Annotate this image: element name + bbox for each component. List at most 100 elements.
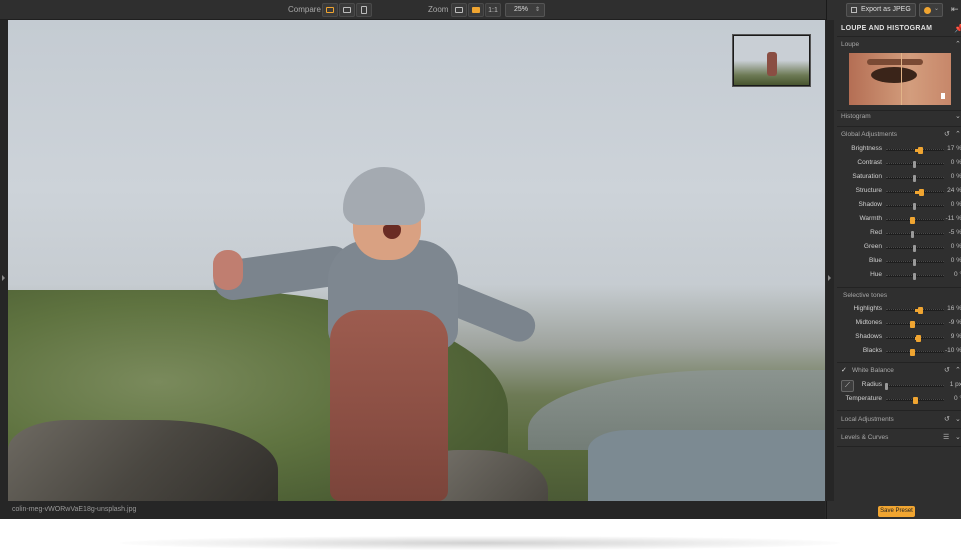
slider-track[interactable] <box>886 147 944 154</box>
slider-hue[interactable]: Hue 0 ° <box>837 270 961 284</box>
pin-icon[interactable]: 📌 <box>954 24 961 33</box>
reset-icon[interactable]: ↺ <box>944 130 950 138</box>
slider-thumb[interactable] <box>917 147 923 154</box>
slider-shadows[interactable]: Shadows 9 % <box>837 332 961 346</box>
zoom-fill-button[interactable] <box>468 3 484 17</box>
slider-value: 0 % <box>950 201 961 208</box>
slider-thumb[interactable] <box>913 397 918 404</box>
slider-thumb[interactable] <box>910 349 916 356</box>
slider-contrast[interactable]: Contrast 0 % <box>837 158 961 172</box>
slider-radius[interactable]: Radius 1 px <box>837 380 961 394</box>
slider-track[interactable] <box>886 273 944 280</box>
slider-track[interactable] <box>886 349 944 356</box>
slider-track[interactable] <box>886 259 944 266</box>
slider-track[interactable] <box>885 383 944 390</box>
right-panel: Export as JPEG ⌄ ⌄ ⇤ LOUPE AND HISTOGRAM… <box>826 0 961 519</box>
slider-thumb[interactable] <box>918 189 924 196</box>
levels-curves-header[interactable]: Levels & Curves <box>841 434 888 441</box>
chevron-down-icon[interactable]: ⌄ <box>955 433 961 441</box>
slider-track[interactable] <box>886 161 944 168</box>
slider-blacks[interactable]: Blacks -10 % <box>837 346 961 360</box>
slider-thumb[interactable] <box>913 259 916 266</box>
slider-track[interactable] <box>886 397 944 404</box>
compare-split-button[interactable] <box>322 3 338 17</box>
compare-side-button[interactable] <box>339 3 355 17</box>
slider-value: -5 % <box>948 229 961 236</box>
slider-thumb[interactable] <box>910 321 916 328</box>
right-panel-toggle[interactable] <box>826 20 834 501</box>
slider-blue[interactable]: Blue 0 % <box>837 256 961 270</box>
zoom-level-select[interactable]: 25% ⇕ <box>505 3 545 17</box>
slider-thumb[interactable] <box>909 217 915 224</box>
slider-thumb[interactable] <box>911 231 915 238</box>
loupe-view <box>849 53 951 105</box>
slider-value: 0 % <box>950 243 961 250</box>
chevron-up-icon[interactable]: ⌃ <box>955 130 961 138</box>
list-icon[interactable]: ☰ <box>943 433 949 441</box>
slider-saturation[interactable]: Saturation 0 % <box>837 172 961 186</box>
slider-thumb[interactable] <box>913 175 916 182</box>
export-button[interactable]: Export as JPEG ⌄ <box>846 3 916 17</box>
slider-midtones[interactable]: Midtones -9 % <box>837 318 961 332</box>
zoom-label: Zoom <box>428 5 449 14</box>
zoom-fit-button[interactable] <box>451 3 467 17</box>
slider-thumb[interactable] <box>915 335 921 342</box>
color-profile-button[interactable]: ⌄ <box>919 3 943 17</box>
global-adjustments-header[interactable]: Global Adjustments <box>841 131 897 138</box>
slider-value: 0 ° <box>953 395 961 402</box>
status-bar: colin-meg-vWORwVaE18g-unsplash.jpg <box>8 501 825 519</box>
zoom-1to1-button[interactable]: 1:1 <box>485 3 501 17</box>
reset-icon[interactable]: ↺ <box>944 415 950 423</box>
main-photo[interactable] <box>8 20 825 501</box>
slider-shadow[interactable]: Shadow 0 % <box>837 200 961 214</box>
slider-value: 24 % <box>947 187 961 194</box>
slider-thumb[interactable] <box>913 161 916 168</box>
slider-track[interactable] <box>886 189 944 196</box>
slider-label: Shadow <box>858 201 883 208</box>
slider-red[interactable]: Red -5 % <box>837 228 961 242</box>
slider-warmth[interactable]: Warmth -11 % <box>837 214 961 228</box>
slider-thumb[interactable] <box>885 383 889 390</box>
slider-track[interactable] <box>886 217 944 224</box>
chevron-up-icon[interactable]: ⌃ <box>955 366 961 374</box>
panel-title: LOUPE AND HISTOGRAM <box>841 25 933 32</box>
save-preset-button[interactable]: Save Preset <box>878 506 915 517</box>
chevron-up-icon[interactable]: ⌃ <box>955 40 961 48</box>
slider-track[interactable] <box>886 175 944 182</box>
loupe-header[interactable]: Loupe <box>841 41 859 48</box>
slider-label: Blacks <box>862 347 882 354</box>
slider-thumb[interactable] <box>917 307 923 314</box>
navigator-thumbnail[interactable] <box>733 35 810 86</box>
slider-structure[interactable]: Structure 24 % <box>837 186 961 200</box>
slider-track[interactable] <box>886 231 944 238</box>
slider-track[interactable] <box>886 203 944 210</box>
slider-label: Brightness <box>851 145 882 152</box>
chevron-down-icon: ⌄ <box>905 7 911 13</box>
chevron-down-icon: ⌄ <box>933 6 939 12</box>
histogram-header[interactable]: Histogram <box>841 113 871 120</box>
collapse-icon[interactable]: ⇤ <box>951 4 959 15</box>
chevron-down-icon[interactable]: ⌄ <box>955 415 961 423</box>
slider-temperature[interactable]: Temperature 0 ° <box>837 394 961 408</box>
slider-track[interactable] <box>886 307 944 314</box>
slider-green[interactable]: Green 0 % <box>837 242 961 256</box>
color-circle-icon <box>924 7 931 14</box>
app-window: Compare Zoom 1:1 25% ⇕ colin-meg-vWORwVa… <box>0 0 961 519</box>
slider-brightness[interactable]: Brightness 17 % <box>837 144 961 158</box>
chevron-down-icon[interactable]: ⌄ <box>955 112 961 120</box>
reset-icon[interactable]: ↺ <box>944 366 950 374</box>
checkmark-icon[interactable]: ✓ <box>841 366 847 374</box>
slider-track[interactable] <box>886 245 944 252</box>
slider-thumb[interactable] <box>913 273 916 280</box>
slider-thumb[interactable] <box>913 203 916 210</box>
local-adjustments-header[interactable]: Local Adjustments <box>841 416 894 423</box>
slider-thumb[interactable] <box>913 245 916 252</box>
left-panel-toggle[interactable] <box>0 20 8 519</box>
white-balance-header[interactable]: White Balance <box>852 367 894 374</box>
slider-track[interactable] <box>886 321 944 328</box>
compare-stack-button[interactable] <box>356 3 372 17</box>
slider-label: Red <box>870 229 882 236</box>
slider-highlights[interactable]: Highlights 16 % <box>837 304 961 318</box>
slider-track[interactable] <box>886 335 944 342</box>
slider-label: Green <box>863 243 882 250</box>
